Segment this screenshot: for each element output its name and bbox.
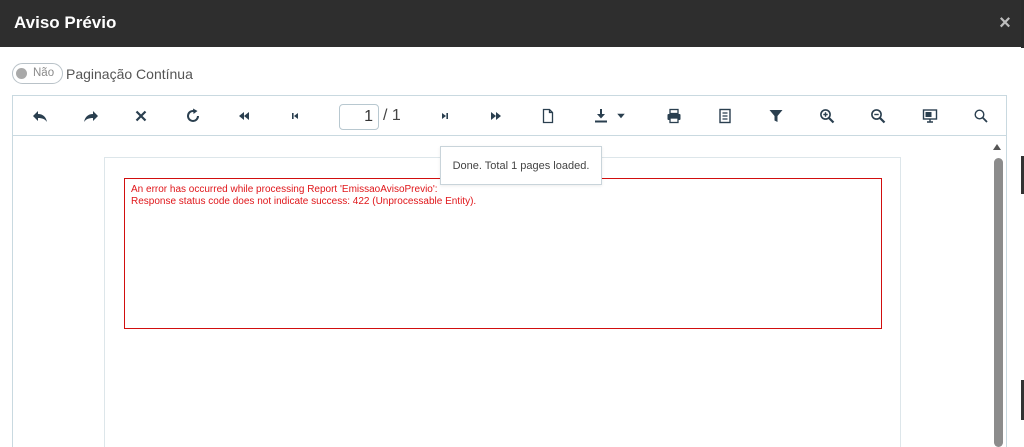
toggle-knob xyxy=(16,68,27,79)
last-page-icon xyxy=(442,113,448,119)
first-page-button[interactable] xyxy=(283,104,307,128)
document-button[interactable] xyxy=(536,104,560,128)
display-icon xyxy=(922,109,938,123)
fast-backward-icon xyxy=(239,112,249,120)
pages-loaded-tooltip: Done. Total 1 pages loaded. xyxy=(440,146,602,185)
scroll-thumb[interactable] xyxy=(994,158,1003,447)
scroll-up-arrow-icon[interactable] xyxy=(993,144,1001,150)
display-button[interactable] xyxy=(918,104,942,128)
search-button[interactable] xyxy=(969,104,993,128)
continuous-pagination-toggle[interactable]: Não xyxy=(12,63,63,84)
error-message-box: An error has occurred while processing R… xyxy=(124,178,882,329)
filter-button[interactable] xyxy=(764,104,788,128)
dialog-title: Aviso Prévio xyxy=(14,13,117,32)
redo-icon xyxy=(84,111,98,122)
stop-button[interactable] xyxy=(129,104,153,128)
download-button[interactable] xyxy=(588,104,632,128)
last-page-button[interactable] xyxy=(433,104,457,128)
filter-icon xyxy=(769,110,783,122)
zoom-out-icon xyxy=(871,109,886,124)
toggle-state-label: Não xyxy=(33,67,55,79)
undo-button[interactable] xyxy=(28,104,52,128)
zoom-in-icon xyxy=(820,109,835,124)
first-page-icon xyxy=(292,113,298,119)
zoom-in-button[interactable] xyxy=(815,104,839,128)
close-icon xyxy=(135,110,147,122)
zoom-out-button[interactable] xyxy=(866,104,890,128)
page-total: / 1 xyxy=(383,107,401,124)
fast-backward-button[interactable] xyxy=(232,104,256,128)
error-line-2: Response status code does not indicate s… xyxy=(131,196,477,207)
fast-forward-icon xyxy=(491,112,501,120)
download-icon xyxy=(595,109,607,123)
search-icon xyxy=(974,109,988,123)
dialog-header: Aviso Prévio × xyxy=(0,0,1021,47)
fast-forward-button[interactable] xyxy=(484,104,508,128)
report-icon xyxy=(719,108,731,124)
chevron-down-icon xyxy=(617,113,625,119)
document-icon xyxy=(542,108,554,124)
refresh-button[interactable] xyxy=(181,104,205,128)
report-page: An error has occurred while processing R… xyxy=(104,157,901,447)
redo-button[interactable] xyxy=(79,104,103,128)
close-icon[interactable]: × xyxy=(997,13,1013,33)
print-icon xyxy=(667,108,681,124)
current-page-input[interactable]: 1 xyxy=(339,104,379,130)
viewer-toolbar: 1 / 1 xyxy=(13,96,1006,136)
print-button[interactable] xyxy=(662,104,686,128)
toggle-label: Paginação Contínua xyxy=(66,66,193,82)
aviso-previo-dialog: Aviso Prévio × Não Paginação Contínua 1 … xyxy=(0,0,1021,447)
vertical-scrollbar[interactable] xyxy=(990,138,1007,447)
refresh-icon xyxy=(187,108,199,122)
report-button[interactable] xyxy=(713,104,737,128)
undo-icon xyxy=(33,111,47,122)
